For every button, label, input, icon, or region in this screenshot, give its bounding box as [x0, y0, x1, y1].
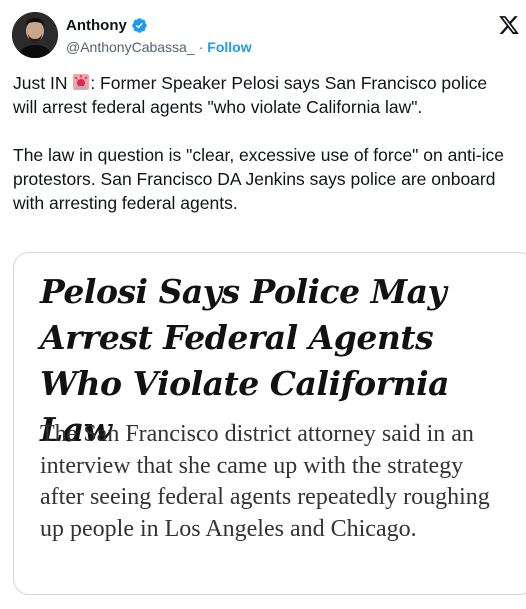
separator-dot: ·: [198, 39, 204, 55]
follow-button[interactable]: Follow: [207, 39, 251, 55]
article-summary: The San Francisco district attorney said…: [40, 421, 490, 542]
author-info: Anthony @AnthonyCabassa_ · Follow: [66, 15, 252, 57]
avatar-photo: [12, 12, 58, 58]
x-logo-icon[interactable]: [498, 14, 520, 36]
verified-badge-icon: [131, 17, 148, 34]
tweet-body: Just IN : Former Speaker Pelosi says San…: [13, 71, 513, 215]
avatar[interactable]: [12, 12, 58, 58]
display-name[interactable]: Anthony: [66, 17, 127, 34]
author-handle[interactable]: @AnthonyCabassa_: [66, 39, 195, 55]
tweet-prefix: Just IN: [13, 73, 73, 93]
tweet-paragraph-2: The law in question is "clear, excessive…: [13, 145, 509, 213]
link-preview-card[interactable]: Pelosi Says Police May Arrest Federal Ag…: [13, 252, 526, 595]
police-siren-emoji-icon: [72, 73, 90, 91]
tweet-header: Anthony @AnthonyCabassa_ · Follow: [12, 12, 520, 60]
